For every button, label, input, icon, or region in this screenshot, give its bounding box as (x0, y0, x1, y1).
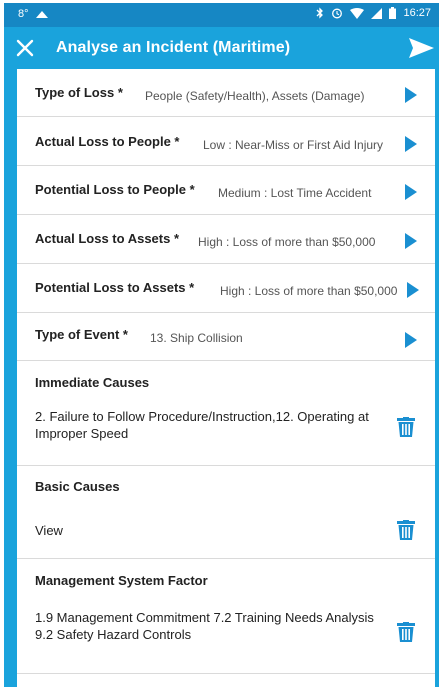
section-title: Immediate Causes (35, 375, 150, 390)
phone-screen: 8° 16:27 Analyse an Incident (Maritime) … (4, 3, 439, 687)
chevron-right-icon[interactable] (405, 184, 417, 200)
app-bar: Analyse an Incident (Maritime) (4, 27, 439, 69)
trash-icon[interactable] (397, 622, 415, 642)
wifi-icon (350, 7, 365, 19)
field-value: High : Loss of more than $50,000 (220, 284, 398, 298)
section-title: Management System Factor (35, 573, 208, 588)
section-value[interactable]: 1.9 Management Commitment 7.2 Training N… (35, 609, 375, 643)
section-immediate-causes: Immediate Causes 2. Failure to Follow Pr… (17, 361, 435, 466)
incident-form: Type of Loss * People (Safety/Health), A… (17, 69, 435, 687)
page-title: Analyse an Incident (Maritime) (56, 39, 291, 56)
field-label: Type of Loss * (35, 85, 123, 100)
field-potential-loss-people[interactable]: Potential Loss to People * Medium : Lost… (17, 166, 435, 215)
section-value[interactable]: View (35, 522, 375, 539)
field-actual-loss-people[interactable]: Actual Loss to People * Low : Near-Miss … (17, 117, 435, 166)
field-label: Potential Loss to Assets * (35, 280, 195, 295)
status-bar-left: 8° (18, 8, 49, 20)
chevron-right-icon[interactable] (405, 87, 417, 103)
field-label: Potential Loss to People * (35, 182, 195, 197)
status-time: 16:27 (403, 7, 431, 19)
cloud-icon (35, 10, 48, 18)
chevron-right-icon[interactable] (407, 282, 419, 298)
signal-icon (371, 7, 383, 19)
field-value: Medium : Lost Time Accident (218, 186, 372, 200)
close-icon[interactable] (12, 35, 38, 61)
field-type-of-event[interactable]: Type of Event * 13. Ship Collision (17, 313, 435, 361)
field-value: High : Loss of more than $50,000 (198, 235, 376, 249)
chevron-right-icon[interactable] (405, 233, 417, 249)
field-potential-loss-assets[interactable]: Potential Loss to Assets * High : Loss o… (17, 264, 435, 313)
status-bar: 8° 16:27 (4, 3, 439, 27)
section-basic-causes: Basic Causes View (17, 466, 435, 559)
alarm-icon (332, 8, 343, 19)
trash-icon[interactable] (397, 417, 415, 437)
section-value[interactable]: 2. Failure to Follow Procedure/Instructi… (35, 408, 375, 442)
field-actual-loss-assets[interactable]: Actual Loss to Assets * High : Loss of m… (17, 215, 435, 264)
field-value: Low : Near-Miss or First Aid Injury (203, 138, 384, 152)
section-title: Basic Causes (35, 479, 120, 494)
section-management-system-factor: Management System Factor 1.9 Management … (17, 559, 435, 674)
field-value: People (Safety/Health), Assets (Damage) (145, 89, 365, 103)
bluetooth-icon (317, 7, 324, 19)
temperature-text: 8° (18, 8, 29, 20)
field-label: Actual Loss to People * (35, 134, 180, 149)
trash-icon[interactable] (397, 520, 415, 540)
status-bar-right: 16:27 (316, 7, 431, 19)
field-label: Actual Loss to Assets * (35, 231, 180, 246)
field-type-of-loss[interactable]: Type of Loss * People (Safety/Health), A… (17, 69, 435, 117)
field-label: Type of Event * (35, 327, 128, 342)
field-value: 13. Ship Collision (150, 331, 243, 345)
chevron-right-icon[interactable] (405, 136, 417, 152)
send-icon[interactable] (407, 35, 435, 61)
battery-icon (389, 7, 397, 19)
chevron-right-icon[interactable] (405, 332, 417, 348)
